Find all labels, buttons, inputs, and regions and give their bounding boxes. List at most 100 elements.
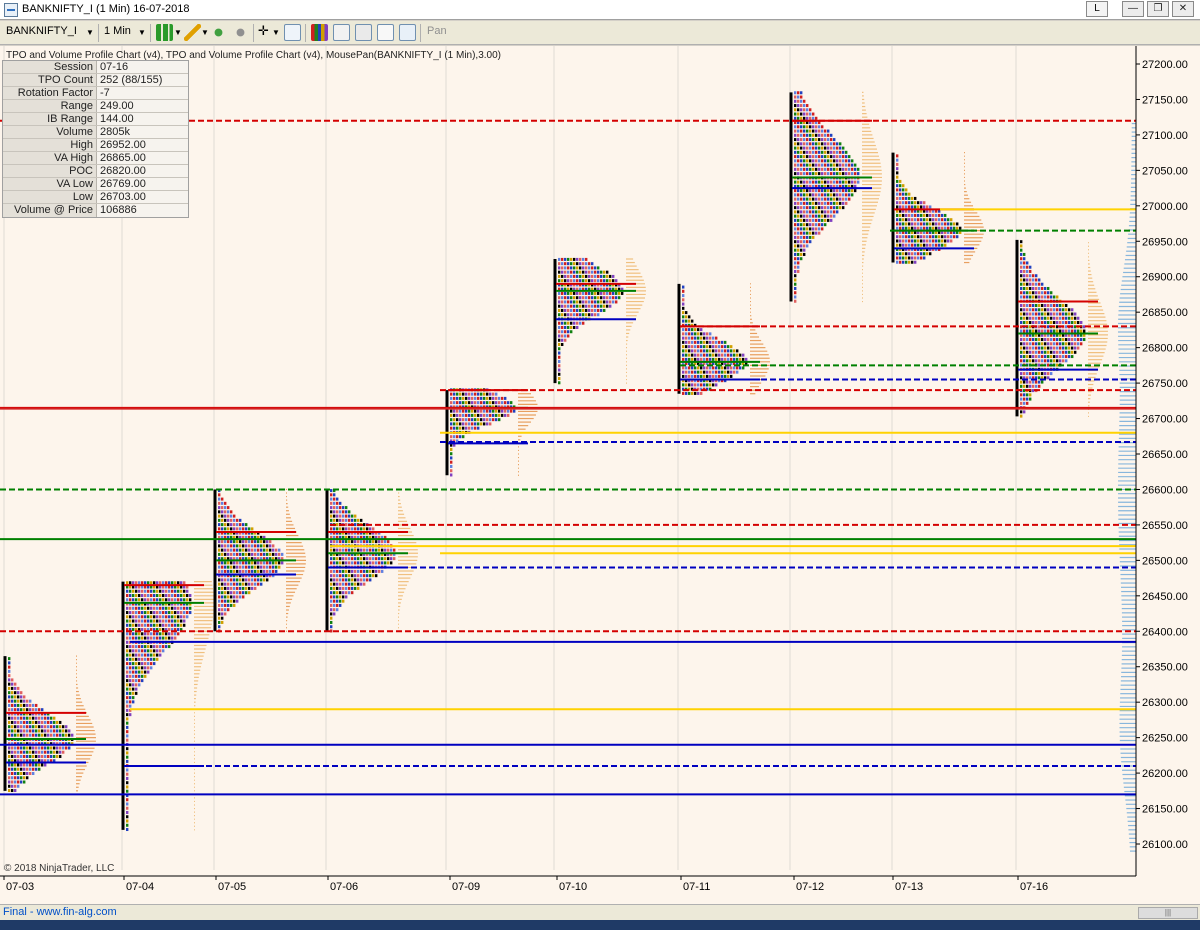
tpo-block — [372, 540, 375, 544]
tpo-block — [233, 586, 236, 590]
tpo-block — [914, 243, 917, 247]
tpo-block — [360, 561, 363, 565]
data-series-icon[interactable] — [311, 24, 328, 41]
tpo-block — [372, 574, 375, 578]
tpo-block — [233, 527, 236, 531]
crosshair-dropdown-icon[interactable]: ▼ — [272, 28, 280, 37]
tpo-block — [168, 606, 171, 610]
tpo-block — [272, 552, 275, 556]
tpo-block — [150, 589, 153, 593]
tpo-block — [803, 227, 806, 231]
tpo-block — [174, 606, 177, 610]
tpo-block — [733, 357, 736, 361]
templates-icon[interactable] — [355, 24, 372, 41]
tpo-block — [827, 201, 830, 205]
strategy-icon[interactable] — [232, 24, 249, 41]
pan-button[interactable]: Pan — [427, 25, 447, 37]
close-button[interactable]: ✕ — [1172, 1, 1194, 17]
tpo-block — [510, 409, 513, 413]
tpo-block — [806, 201, 809, 205]
tpo-block — [938, 243, 941, 247]
tpo-block — [174, 619, 177, 623]
tpo-block — [17, 746, 20, 750]
tpo-block — [330, 616, 333, 620]
tpo-block — [23, 780, 26, 784]
tpo-block — [806, 210, 809, 214]
interval-dropdown-icon[interactable]: ▼ — [138, 28, 146, 37]
tpo-block — [794, 295, 797, 299]
tpo-block — [932, 226, 935, 230]
horizontal-scrollbar[interactable]: ||| — [1138, 907, 1198, 919]
toolbar-separator — [98, 24, 99, 42]
tpo-block — [576, 262, 579, 266]
tpo-block — [183, 606, 186, 610]
tpo-block — [450, 464, 453, 468]
tpo-block — [923, 218, 926, 222]
link-button[interactable]: L — [1086, 1, 1108, 17]
tpo-block — [700, 357, 703, 361]
tpo-block — [156, 581, 159, 585]
tpo-block — [272, 569, 275, 573]
tpo-block — [174, 594, 177, 598]
tpo-block — [11, 699, 14, 703]
tpo-block — [62, 729, 65, 733]
screenshot-icon[interactable] — [399, 24, 416, 41]
tpo-block — [706, 345, 709, 349]
zoom-icon[interactable] — [284, 24, 301, 41]
tpo-block — [715, 336, 718, 340]
tpo-block — [1044, 355, 1047, 359]
tpo-block — [1020, 248, 1023, 252]
tpo-block — [1071, 350, 1074, 354]
tpo-block — [609, 279, 612, 283]
tpo-block — [718, 374, 721, 378]
drawing-tool-icon[interactable] — [184, 24, 201, 41]
tpo-block — [809, 193, 812, 197]
tpo-block — [471, 392, 474, 396]
tpo-block — [579, 308, 582, 312]
tpo-block — [132, 653, 135, 657]
tpo-block — [242, 565, 245, 569]
tpo-block — [573, 274, 576, 278]
tpo-block — [227, 506, 230, 510]
tpo-block — [333, 569, 336, 573]
crosshair-icon[interactable]: ✛ — [258, 23, 269, 39]
tpo-block — [905, 188, 908, 192]
tpo-block — [330, 510, 333, 514]
tpo-block — [153, 623, 156, 627]
tpo-block — [691, 328, 694, 332]
tpo-block — [727, 353, 730, 357]
tpo-block — [239, 586, 242, 590]
x-tick-label: 07-11 — [683, 881, 710, 893]
tpo-block — [561, 308, 564, 312]
instrument-dropdown-icon[interactable]: ▼ — [86, 28, 94, 37]
drawing-tool-dropdown-icon[interactable]: ▼ — [201, 28, 209, 37]
tpo-block — [1029, 312, 1032, 316]
tpo-block — [1041, 350, 1044, 354]
tpo-block — [736, 366, 739, 370]
chart-style-dropdown-icon[interactable]: ▼ — [174, 28, 182, 37]
tpo-block — [507, 401, 510, 405]
tpo-block — [62, 733, 65, 737]
tpo-block — [1062, 308, 1065, 312]
tpo-block — [35, 708, 38, 712]
tpo-block — [126, 598, 129, 602]
restore-button[interactable]: ❐ — [1147, 1, 1169, 17]
tpo-block — [1074, 338, 1077, 342]
tpo-block — [351, 591, 354, 595]
tpo-block — [342, 582, 345, 586]
properties-icon[interactable] — [333, 24, 350, 41]
tpo-block — [709, 383, 712, 387]
tpo-block — [233, 544, 236, 548]
tpo-block — [29, 720, 32, 724]
minimize-button[interactable]: — — [1122, 1, 1144, 17]
tpo-block — [794, 218, 797, 222]
tpo-block — [126, 772, 129, 776]
interval-selector[interactable]: 1 Min — [104, 25, 131, 37]
chart-style-icon[interactable] — [156, 24, 173, 41]
tpo-block — [471, 426, 474, 430]
tpo-block — [1038, 342, 1041, 346]
indicator-icon[interactable] — [210, 24, 227, 41]
instrument-selector[interactable]: BANKNIFTY_I — [6, 25, 77, 37]
tpo-block — [561, 270, 564, 274]
copy-icon[interactable] — [377, 24, 394, 41]
